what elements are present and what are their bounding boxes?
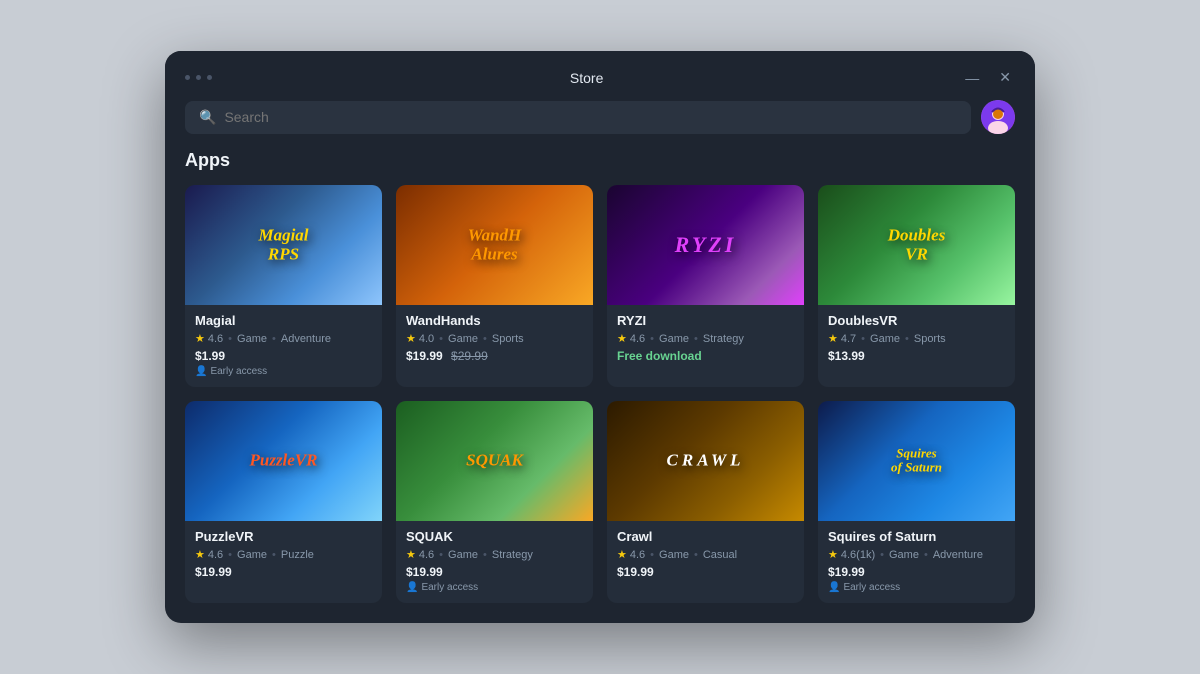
card-ryzi[interactable]: RYZI RYZI ★ 4.6 • Game • Strategy Free down… (607, 185, 804, 387)
search-input-wrap[interactable]: 🔍 (185, 101, 971, 134)
card-name-ryzi: RYZI (617, 313, 794, 328)
close-button[interactable]: ✕ (995, 67, 1015, 88)
card-body-doublesvr: DoublesVR ★ 4.7 • Game • Sports $13.99 (818, 305, 1015, 373)
card-meta-doublesvr: ★ 4.7 • Game • Sports (828, 332, 1005, 345)
card-doublesvr[interactable]: DoublesVR DoublesVR ★ 4.7 • Game • Sports $… (818, 185, 1015, 387)
card-crawl[interactable]: CRAWL Crawl ★ 4.6 • Game • Casual $19.99 (607, 401, 804, 603)
card-thumb-magial: MagialRPS (185, 185, 382, 305)
titlebar-controls: — ✕ (961, 67, 1015, 88)
main-content: Apps MagialRPS Magial ★ 4.6 • Game • Adven… (165, 150, 1035, 623)
card-price-ryzi: Free download (617, 349, 794, 363)
early-access-squak: 👤 Early access (406, 582, 583, 593)
star-icon-crawl: ★ (617, 548, 627, 561)
minimize-button[interactable]: — (961, 68, 983, 88)
person-icon-magial: 👤 (195, 366, 207, 377)
card-body-wandhands: WandHands ★ 4.0 • Game • Sports $19.99 $29… (396, 305, 593, 373)
card-price-squak: $19.99 (406, 565, 583, 579)
card-thumb-squires: Squiresof Saturn (818, 401, 1015, 521)
section-title: Apps (185, 150, 1015, 171)
card-name-squak: SQUAK (406, 529, 583, 544)
star-icon-puzzlevr: ★ (195, 548, 205, 561)
card-price-squires: $19.99 (828, 565, 1005, 579)
star-icon-doublesvr: ★ (828, 332, 838, 345)
card-name-squires: Squires of Saturn (828, 529, 1005, 544)
card-thumb-label-doublesvr: DoublesVR (888, 226, 946, 263)
card-thumb-label-wandhands: WandHAlures (468, 226, 522, 263)
card-meta-wandhands: ★ 4.0 • Game • Sports (406, 332, 583, 345)
card-body-ryzi: RYZI ★ 4.6 • Game • Strategy Free download (607, 305, 804, 373)
original-price-wandhands: $29.99 (451, 349, 488, 363)
dot-3 (207, 75, 212, 80)
titlebar-dots (185, 75, 212, 80)
card-wandhands[interactable]: WandHAlures WandHands ★ 4.0 • Game • Sport… (396, 185, 593, 387)
card-price-puzzlevr: $19.99 (195, 565, 372, 579)
star-icon-ryzi: ★ (617, 332, 627, 345)
card-thumb-crawl: CRAWL (607, 401, 804, 521)
card-body-squak: SQUAK ★ 4.6 • Game • Strategy $19.99 👤 Earl… (396, 521, 593, 603)
card-thumb-label-squak: SQUAK (466, 452, 523, 471)
star-icon-magial: ★ (195, 332, 205, 345)
early-access-magial: 👤 Early access (195, 366, 372, 377)
app-window: Store — ✕ 🔍 Apps Magial (165, 51, 1035, 623)
card-thumb-wandhands: WandHAlures (396, 185, 593, 305)
card-thumb-label-ryzi: RYZI (675, 233, 737, 257)
titlebar: Store — ✕ (165, 51, 1035, 100)
card-name-crawl: Crawl (617, 529, 794, 544)
star-icon-squires: ★ (828, 548, 838, 561)
card-name-puzzlevr: PuzzleVR (195, 529, 372, 544)
card-meta-crawl: ★ 4.6 • Game • Casual (617, 548, 794, 561)
card-meta-puzzlevr: ★ 4.6 • Game • Puzzle (195, 548, 372, 561)
card-meta-squires: ★ 4.6(1k) • Game • Adventure (828, 548, 1005, 561)
person-icon-squak: 👤 (406, 582, 418, 593)
card-body-magial: Magial ★ 4.6 • Game • Adventure $1.99 👤 Ear… (185, 305, 382, 387)
search-icon: 🔍 (199, 109, 216, 126)
card-squires[interactable]: Squiresof Saturn Squires of Saturn ★ 4.6(1… (818, 401, 1015, 603)
avatar-face (981, 100, 1015, 134)
card-magial[interactable]: MagialRPS Magial ★ 4.6 • Game • Adventure $… (185, 185, 382, 387)
card-body-squires: Squires of Saturn ★ 4.6(1k) • Game • Adve… (818, 521, 1015, 603)
card-squak[interactable]: SQUAK SQUAK ★ 4.6 • Game • Strategy $19.99 👤… (396, 401, 593, 603)
avatar-svg (981, 100, 1015, 134)
early-access-squires: 👤 Early access (828, 582, 1005, 593)
card-price-crawl: $19.99 (617, 565, 794, 579)
card-name-wandhands: WandHands (406, 313, 583, 328)
card-price-magial: $1.99 (195, 349, 372, 363)
search-input[interactable] (224, 109, 957, 125)
card-name-doublesvr: DoublesVR (828, 313, 1005, 328)
window-title: Store (570, 70, 603, 86)
card-thumb-ryzi: RYZI (607, 185, 804, 305)
person-icon-squires: 👤 (828, 582, 840, 593)
card-thumb-label-magial: MagialRPS (258, 226, 308, 263)
dot-2 (196, 75, 201, 80)
card-meta-ryzi: ★ 4.6 • Game • Strategy (617, 332, 794, 345)
card-thumb-label-crawl: CRAWL (667, 452, 745, 471)
card-thumb-label-squires: Squiresof Saturn (891, 447, 942, 476)
card-thumb-label-puzzlevr: PuzzleVR (249, 452, 317, 471)
search-bar: 🔍 (165, 100, 1035, 150)
card-name-magial: Magial (195, 313, 372, 328)
card-body-puzzlevr: PuzzleVR ★ 4.6 • Game • Puzzle $19.99 (185, 521, 382, 589)
card-price-wandhands: $19.99 $29.99 (406, 349, 583, 363)
apps-grid: MagialRPS Magial ★ 4.6 • Game • Adventure $… (185, 185, 1015, 603)
star-icon-wandhands: ★ (406, 332, 416, 345)
star-icon-squak: ★ (406, 548, 416, 561)
card-meta-magial: ★ 4.6 • Game • Adventure (195, 332, 372, 345)
card-thumb-puzzlevr: PuzzleVR (185, 401, 382, 521)
card-meta-squak: ★ 4.6 • Game • Strategy (406, 548, 583, 561)
card-thumb-squak: SQUAK (396, 401, 593, 521)
avatar[interactable] (981, 100, 1015, 134)
card-body-crawl: Crawl ★ 4.6 • Game • Casual $19.99 (607, 521, 804, 589)
dot-1 (185, 75, 190, 80)
card-price-doublesvr: $13.99 (828, 349, 1005, 363)
card-puzzlevr[interactable]: PuzzleVR PuzzleVR ★ 4.6 • Game • Puzzle $19… (185, 401, 382, 603)
card-thumb-doublesvr: DoublesVR (818, 185, 1015, 305)
